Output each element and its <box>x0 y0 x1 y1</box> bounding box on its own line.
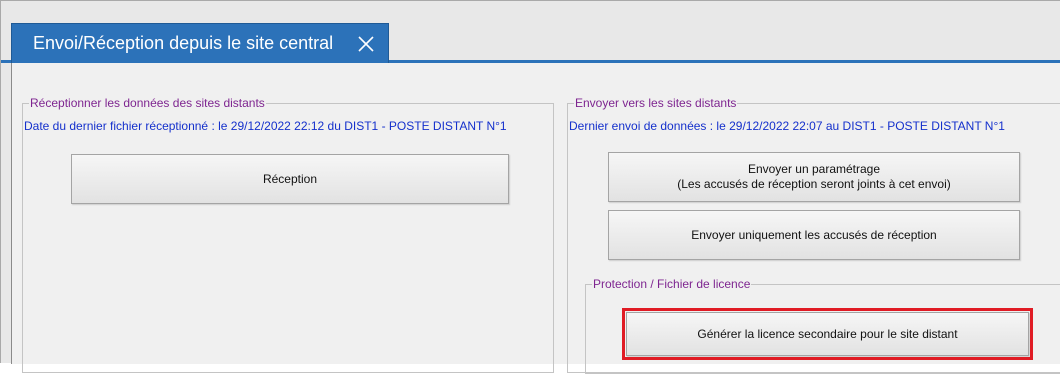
reception-group-legend: Réceptionner les données des sites dista… <box>29 96 266 110</box>
tab-title: Envoi/Réception depuis le site central <box>33 33 334 53</box>
send-configuration-button[interactable]: Envoyer un paramétrage (Les accusés de r… <box>608 152 1020 202</box>
last-received-file-info: Date du dernier fichier réceptionné : le… <box>24 119 507 133</box>
send-configuration-label-line1: Envoyer un paramétrage <box>747 162 881 176</box>
tab-envoi-reception[interactable]: Envoi/Réception depuis le site central <box>11 23 389 63</box>
tab-content: Réceptionner les données des sites dista… <box>11 63 1060 374</box>
close-icon[interactable] <box>355 33 377 55</box>
tab-bar: Envoi/Réception depuis le site central <box>1 1 1060 63</box>
reception-button-label: Réception <box>262 172 318 186</box>
send-receipts-only-button-label: Envoyer uniquement les accusés de récept… <box>691 228 937 242</box>
license-group-legend: Protection / Fichier de licence <box>592 277 752 291</box>
send-group-legend: Envoyer vers les sites distants <box>574 96 738 110</box>
send-groupbox: Envoyer vers les sites distants Dernier … <box>567 96 1060 374</box>
last-send-info: Dernier envoi de données : le 29/12/2022… <box>569 119 1005 133</box>
license-groupbox: Protection / Fichier de licence Générer … <box>585 277 1060 374</box>
send-configuration-button-label: Envoyer un paramétrage (Les accusés de r… <box>677 162 950 192</box>
reception-button[interactable]: Réception <box>71 154 509 204</box>
reception-groupbox: Réceptionner les données des sites dista… <box>22 96 554 373</box>
app-window: Envoi/Réception depuis le site central R… <box>0 0 1060 374</box>
send-configuration-label-line2: (Les accusés de réception seront joints … <box>677 177 951 191</box>
highlight-annotation <box>622 308 1033 360</box>
send-receipts-only-button[interactable]: Envoyer uniquement les accusés de récept… <box>608 210 1020 260</box>
